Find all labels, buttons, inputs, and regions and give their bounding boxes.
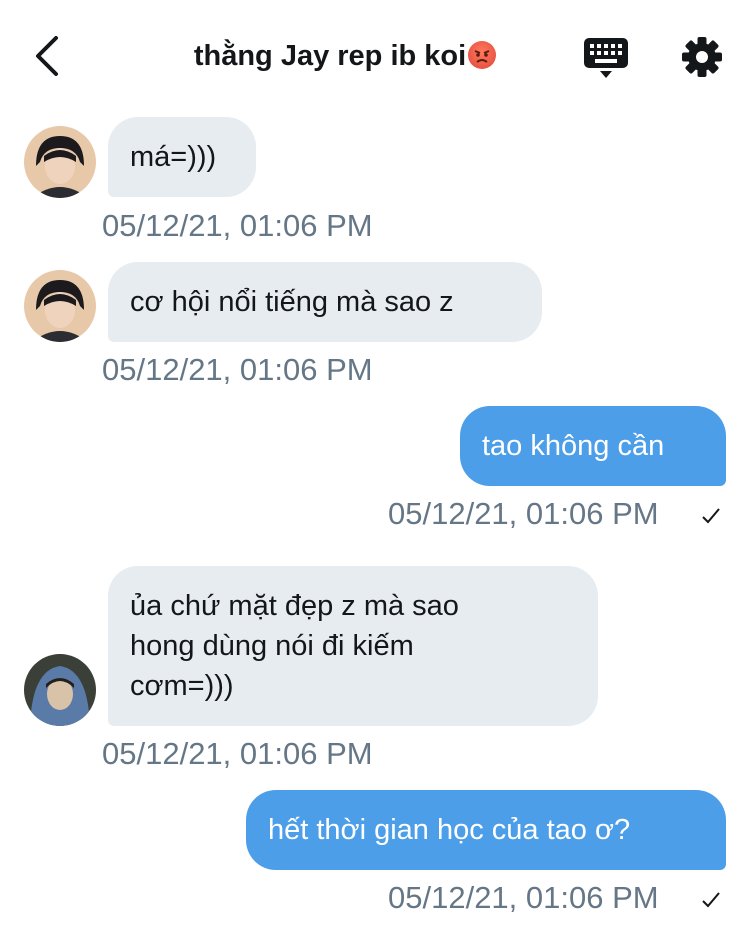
keyboard-button[interactable]	[582, 36, 630, 80]
message-timestamp: 05/12/21, 01:06 PM	[388, 880, 659, 915]
sender-avatar[interactable]	[24, 270, 96, 342]
message-line: ủa chứ mặt đẹp z mà sao	[130, 590, 459, 622]
message-bubble[interactable]: má=)))	[108, 117, 256, 197]
person-photo-icon	[24, 270, 96, 342]
message-timestamp: 05/12/21, 01:06 PM	[102, 208, 373, 243]
message-bubble[interactable]: cơ hội nổi tiếng mà sao z	[108, 262, 542, 342]
message-timestamp: 05/12/21, 01:06 PM	[102, 736, 373, 771]
message-text: hết thời gian học của tao ơ?	[268, 814, 631, 846]
sent-checkmark-icon	[702, 508, 720, 524]
conversation-header: thằng Jay rep ib koi	[0, 0, 750, 118]
message-bubble[interactable]: ủa chứ mặt đẹp z mà sao hong dùng nói đi…	[108, 566, 598, 726]
message-timestamp: 05/12/21, 01:06 PM	[388, 496, 659, 531]
message-line: cơm=)))	[130, 670, 234, 702]
conversation-title: thằng Jay rep ib koi	[100, 40, 590, 73]
sender-avatar[interactable]	[24, 126, 96, 198]
sender-avatar[interactable]	[24, 654, 96, 726]
message-text: má=)))	[130, 141, 217, 173]
message-text: tao không cần	[482, 430, 665, 462]
angry-face-icon	[468, 41, 497, 69]
message-timestamp: 05/12/21, 01:06 PM	[102, 352, 373, 387]
message-bubble-outgoing[interactable]: hết thời gian học của tao ơ?	[246, 790, 726, 870]
settings-button[interactable]	[680, 35, 724, 79]
message-text: cơ hội nổi tiếng mà sao z	[130, 286, 454, 318]
back-button[interactable]	[26, 32, 66, 80]
gear-icon	[682, 37, 722, 77]
chevron-left-icon	[36, 36, 58, 76]
message-line: hong dùng nói đi kiếm	[130, 630, 414, 662]
sent-checkmark-icon	[702, 892, 720, 908]
person-photo-icon	[24, 654, 96, 726]
title-text: thằng Jay rep ib koi	[193, 40, 467, 72]
keyboard-icon	[584, 38, 628, 78]
message-bubble-outgoing[interactable]: tao không cần	[460, 406, 726, 486]
person-photo-icon	[24, 126, 96, 198]
